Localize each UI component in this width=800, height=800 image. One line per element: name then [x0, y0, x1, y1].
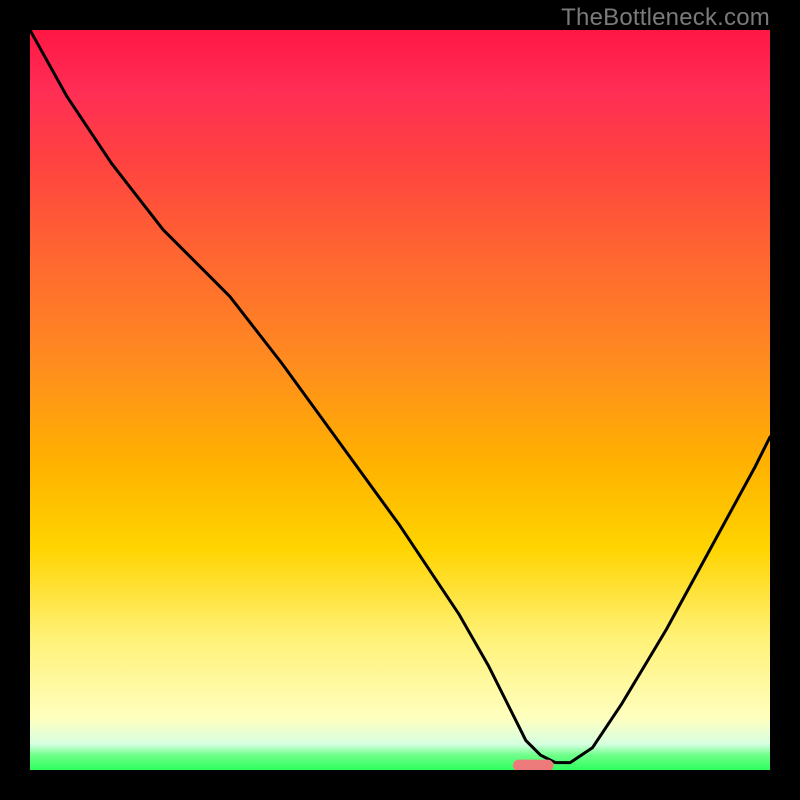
chart-frame: TheBottleneck.com: [0, 0, 800, 800]
bottleneck-curve: [30, 30, 770, 763]
plot-area: [30, 30, 770, 770]
optimal-marker-pill: [513, 760, 554, 770]
watermark-label: TheBottleneck.com: [561, 4, 770, 32]
chart-svg: [30, 30, 770, 770]
